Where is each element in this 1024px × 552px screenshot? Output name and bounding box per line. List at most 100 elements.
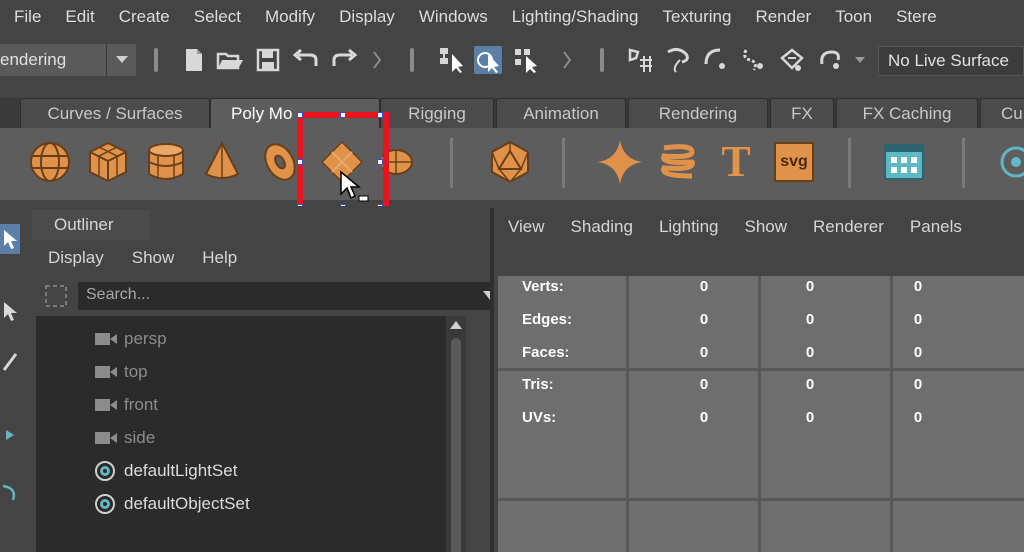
tab-rendering[interactable]: Rendering [628,98,768,128]
move-tool-icon[interactable] [0,420,20,450]
menu-select[interactable]: Select [182,7,253,27]
select-object-icon[interactable] [474,46,502,74]
viewport-menu-view[interactable]: View [494,217,557,237]
hud-value: 0 [699,376,709,393]
menu-lighting-shading[interactable]: Lighting/Shading [500,7,651,27]
menu-stereo[interactable]: Stere [884,7,949,27]
snap-projected-center-icon[interactable] [740,46,768,74]
camera-icon [95,366,117,378]
svg-icon[interactable]: svg [770,138,818,186]
menu-windows[interactable]: Windows [407,7,500,27]
hud-value: 0 [699,409,709,426]
platonic-solid-icon[interactable] [486,138,534,186]
menu-modify[interactable]: Modify [253,7,327,27]
list-item[interactable]: side [36,423,456,453]
grid-line [498,498,1024,501]
viewport-menu-renderer[interactable]: Renderer [799,217,896,237]
super-shape-icon[interactable] [596,138,644,186]
snap-curve-icon[interactable] [664,46,692,74]
outliner-item-label: persp [124,329,167,348]
snap-point-icon[interactable] [702,46,730,74]
camera-icon [95,399,117,411]
shelf-separator [450,138,453,188]
svg-badge-label: svg [780,153,808,170]
camera-icon [95,333,117,345]
outliner-item-label: top [124,362,148,381]
hud-value: 0 [805,344,815,361]
outliner-item-label: defaultObjectSet [124,494,250,513]
outliner-menu-show[interactable]: Show [112,248,183,268]
tab-curves-surfaces[interactable]: Curves / Surfaces [20,98,210,128]
viewport-menu-show[interactable]: Show [731,217,800,237]
type-icon[interactable]: T [712,138,760,186]
poly-cylinder-icon[interactable] [142,138,190,186]
menu-create[interactable]: Create [107,7,182,27]
poly-sphere-icon[interactable] [26,138,74,186]
collapse-arrow-icon[interactable] [560,46,574,74]
outliner-item-label: defaultLightSet [124,461,238,480]
menu-set-selector[interactable]: endering [0,44,136,76]
viewport-canvas[interactable]: Verts: 0 0 0 Edges: 0 0 0 Faces: 0 0 0 T… [498,276,1024,552]
svg-badge: svg [774,142,814,182]
set-icon [95,461,115,481]
hud-value: 0 [913,409,923,426]
tab-fx[interactable]: FX [770,98,834,128]
hud-value: 0 [699,311,709,328]
hud-row: Tris: 0 0 0 [498,376,1024,396]
scroll-up-icon[interactable] [449,320,463,330]
poly-grid-icon[interactable] [880,138,928,186]
list-item[interactable]: defaultLightSet [36,456,456,486]
hud-label: Tris: [522,376,554,393]
tab-rigging[interactable]: Rigging [380,98,494,128]
collapse-arrow-icon[interactable] [370,46,384,74]
menu-display[interactable]: Display [327,7,407,27]
new-scene-icon[interactable] [180,46,208,74]
undo-icon[interactable] [292,46,320,74]
menu-texturing[interactable]: Texturing [650,7,743,27]
viewport-menu-shading[interactable]: Shading [557,217,645,237]
handle [340,112,346,118]
select-hierarchy-icon[interactable] [438,46,466,74]
list-item[interactable]: top [36,357,456,387]
lasso-tool-icon[interactable] [0,296,20,326]
outliner-item-label: front [124,395,159,414]
tab-animation[interactable]: Animation [496,98,626,128]
tab-fx-caching[interactable]: FX Caching [836,98,978,128]
poly-cone-icon[interactable] [198,138,246,186]
select-tool-icon[interactable] [0,224,20,254]
viewport-menu-lighting[interactable]: Lighting [645,217,731,237]
menu-render[interactable]: Render [743,7,823,27]
snap-grid-icon[interactable] [626,46,654,74]
paint-select-tool-icon[interactable] [0,346,20,376]
select-component-icon[interactable] [512,46,540,74]
search-options-icon[interactable] [42,282,70,310]
menu-toon[interactable]: Toon [823,7,884,27]
outliner-scrollbar[interactable] [446,316,466,552]
poly-cube-icon[interactable] [84,138,132,186]
outliner-tab[interactable]: Outliner [32,210,150,240]
viewport-menu-panels[interactable]: Panels [896,217,974,237]
poly-helix-icon[interactable] [654,138,702,186]
list-item[interactable]: defaultObjectSet [36,489,456,519]
list-item[interactable]: front [36,390,456,420]
live-surface-field[interactable]: No Live Surface [878,46,1024,76]
open-scene-icon[interactable] [216,46,244,74]
save-scene-icon[interactable] [254,46,282,74]
hud-value: 0 [805,376,815,393]
scrollbar-thumb[interactable] [451,338,461,552]
menu-edit[interactable]: Edit [53,7,106,27]
snap-live-icon[interactable] [816,46,844,74]
hud-row: UVs: 0 0 0 [498,409,1024,429]
menu-file[interactable]: File [0,7,53,27]
camera-sphere-icon[interactable] [992,138,1024,186]
outliner-search-input[interactable]: Search... [78,282,506,310]
redo-icon[interactable] [330,46,358,74]
rotate-tool-icon[interactable] [0,478,20,508]
outliner-menu-help[interactable]: Help [182,248,245,268]
outliner-menu-display[interactable]: Display [28,248,112,268]
snap-view-plane-icon[interactable] [778,46,806,74]
list-item[interactable]: persp [36,324,456,354]
tab-custom[interactable]: Cu [980,98,1024,128]
hud-value: 0 [913,278,923,295]
chevron-down-icon[interactable] [850,46,870,74]
